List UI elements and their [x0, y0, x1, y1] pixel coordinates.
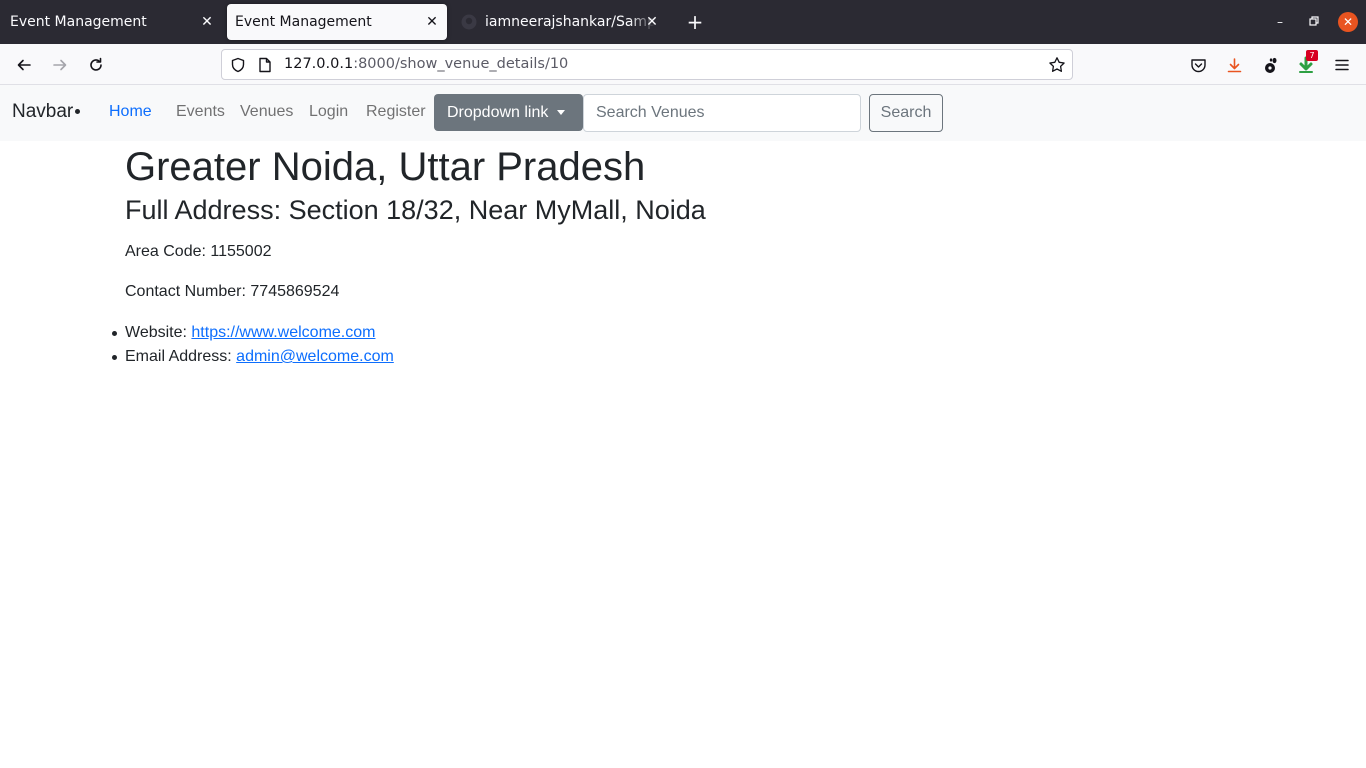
tab-title: Event Management — [235, 14, 372, 30]
brand-dot-icon — [75, 109, 81, 115]
download-icon[interactable] — [1221, 52, 1247, 78]
contact-value: 7745869524 — [250, 283, 340, 300]
close-window-icon[interactable]: ✕ — [1338, 12, 1358, 32]
search-button[interactable]: Search — [869, 94, 943, 132]
tab-title: iamneerajshankar/Sample — [485, 14, 655, 30]
reload-icon[interactable] — [83, 52, 109, 78]
nav-link-login[interactable]: Login — [309, 103, 348, 121]
website-label: Website: — [125, 324, 187, 341]
tab-close-icon[interactable]: ✕ — [423, 13, 441, 31]
navbar-brand-text: Navbar — [12, 101, 74, 122]
address-label: Full Address: — [125, 195, 282, 225]
github-icon — [461, 14, 477, 30]
url-path: :8000/show_venue_details/10 — [353, 56, 569, 72]
venue-links-list: Website: https://www.welcome.com Email A… — [112, 321, 1225, 369]
search-venues-input[interactable] — [583, 94, 861, 132]
area-code: Area Code: 1155002 — [125, 240, 1225, 264]
contact-label: Contact Number: — [125, 283, 246, 300]
minimize-window-icon[interactable]: – — [1270, 12, 1290, 32]
pocket-icon[interactable] — [1185, 52, 1211, 78]
tab-title: Event Management — [10, 14, 147, 30]
extension-badge: 7 — [1306, 50, 1318, 61]
downloader-extension-icon[interactable]: 7 — [1293, 50, 1319, 78]
gnome-extension-icon[interactable] — [1257, 52, 1283, 78]
nav-link-home[interactable]: Home — [109, 103, 152, 121]
tab-close-icon[interactable]: ✕ — [643, 13, 661, 31]
nav-link-register[interactable]: Register — [366, 103, 426, 121]
email-link[interactable]: admin@welcome.com — [236, 348, 394, 365]
venue-full-address: Full Address: Section 18/32, Near MyMall… — [125, 194, 1225, 226]
restore-window-icon[interactable] — [1304, 12, 1324, 32]
forward-arrow-icon[interactable] — [47, 52, 73, 78]
venue-details: Greater Noida, Uttar Pradesh Full Addres… — [112, 141, 1225, 369]
website-link[interactable]: https://www.welcome.com — [191, 324, 375, 341]
bookmark-star-icon[interactable] — [1048, 56, 1066, 74]
page-icon[interactable] — [258, 57, 272, 73]
email-label: Email Address: — [125, 348, 232, 365]
tab-close-icon[interactable]: ✕ — [198, 13, 216, 31]
browser-tab-strip: Event Management ✕ Event Management ✕ ia… — [0, 0, 1366, 44]
shield-icon[interactable] — [230, 57, 246, 73]
url-text[interactable]: 127.0.0.1:8000/show_venue_details/10 — [284, 56, 568, 72]
address-bar[interactable]: 127.0.0.1:8000/show_venue_details/10 — [221, 49, 1073, 80]
new-tab-plus-icon[interactable]: + — [684, 11, 706, 33]
nav-link-venues[interactable]: Venues — [240, 103, 293, 121]
browser-tab-event-management-2[interactable]: Event Management ✕ — [227, 4, 447, 40]
dropdown-label: Dropdown link — [447, 103, 549, 121]
list-item-website: Website: https://www.welcome.com — [112, 321, 1225, 345]
area-code-label: Area Code: — [125, 243, 206, 260]
hamburger-menu-icon[interactable] — [1329, 52, 1355, 78]
venue-title: Greater Noida, Uttar Pradesh — [125, 145, 646, 189]
list-item-email: Email Address: admin@welcome.com — [112, 345, 1225, 369]
url-host: 127.0.0.1 — [284, 56, 354, 72]
address-value: Section 18/32, Near MyMall, Noida — [288, 195, 706, 225]
area-code-value: 1155002 — [210, 243, 272, 260]
back-arrow-icon[interactable] — [11, 52, 37, 78]
site-navbar: Navbar Home Events Venues Login Register… — [0, 85, 1366, 141]
browser-toolbar: 127.0.0.1:8000/show_venue_details/10 7 — [0, 44, 1366, 85]
browser-tab-event-management-1[interactable]: Event Management ✕ — [0, 4, 222, 40]
contact-number: Contact Number: 7745869524 — [125, 280, 1225, 304]
nav-link-events[interactable]: Events — [176, 103, 225, 121]
navbar-brand[interactable]: Navbar — [12, 101, 81, 123]
dropdown-link-button[interactable]: Dropdown link — [434, 94, 583, 131]
caret-down-icon — [557, 110, 566, 115]
browser-tab-github[interactable]: iamneerajshankar/Sample ✕ — [457, 4, 667, 40]
